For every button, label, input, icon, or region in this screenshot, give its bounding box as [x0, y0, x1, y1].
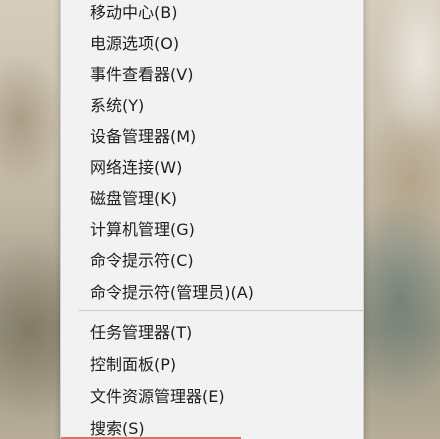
menu-separator [79, 310, 363, 311]
menu-item-event-viewer[interactable]: 事件查看器(V) [61, 58, 363, 88]
menu-item-command-prompt-admin[interactable]: 命令提示符(管理员)(A) [61, 276, 363, 306]
winx-context-menu: 移动中心(B) 电源选项(O) 事件查看器(V) 系统(Y) 设备管理器(M) … [60, 0, 364, 439]
menu-item-mobility-center[interactable]: 移动中心(B) [61, 0, 363, 26]
menu-item-command-prompt[interactable]: 命令提示符(C) [61, 244, 363, 274]
menu-item-power-options[interactable]: 电源选项(O) [61, 27, 363, 57]
menu-item-control-panel[interactable]: 控制面板(P) [61, 348, 363, 378]
menu-item-task-manager[interactable]: 任务管理器(T) [61, 316, 363, 346]
menu-item-device-manager[interactable]: 设备管理器(M) [61, 120, 363, 150]
menu-item-network-connections[interactable]: 网络连接(W) [61, 151, 363, 181]
menu-item-computer-management[interactable]: 计算机管理(G) [61, 213, 363, 243]
menu-item-search[interactable]: 搜索(S) [61, 412, 363, 439]
menu-item-file-explorer[interactable]: 文件资源管理器(E) [61, 380, 363, 410]
menu-item-system[interactable]: 系统(Y) [61, 89, 363, 119]
menu-item-disk-management[interactable]: 磁盘管理(K) [61, 182, 363, 212]
